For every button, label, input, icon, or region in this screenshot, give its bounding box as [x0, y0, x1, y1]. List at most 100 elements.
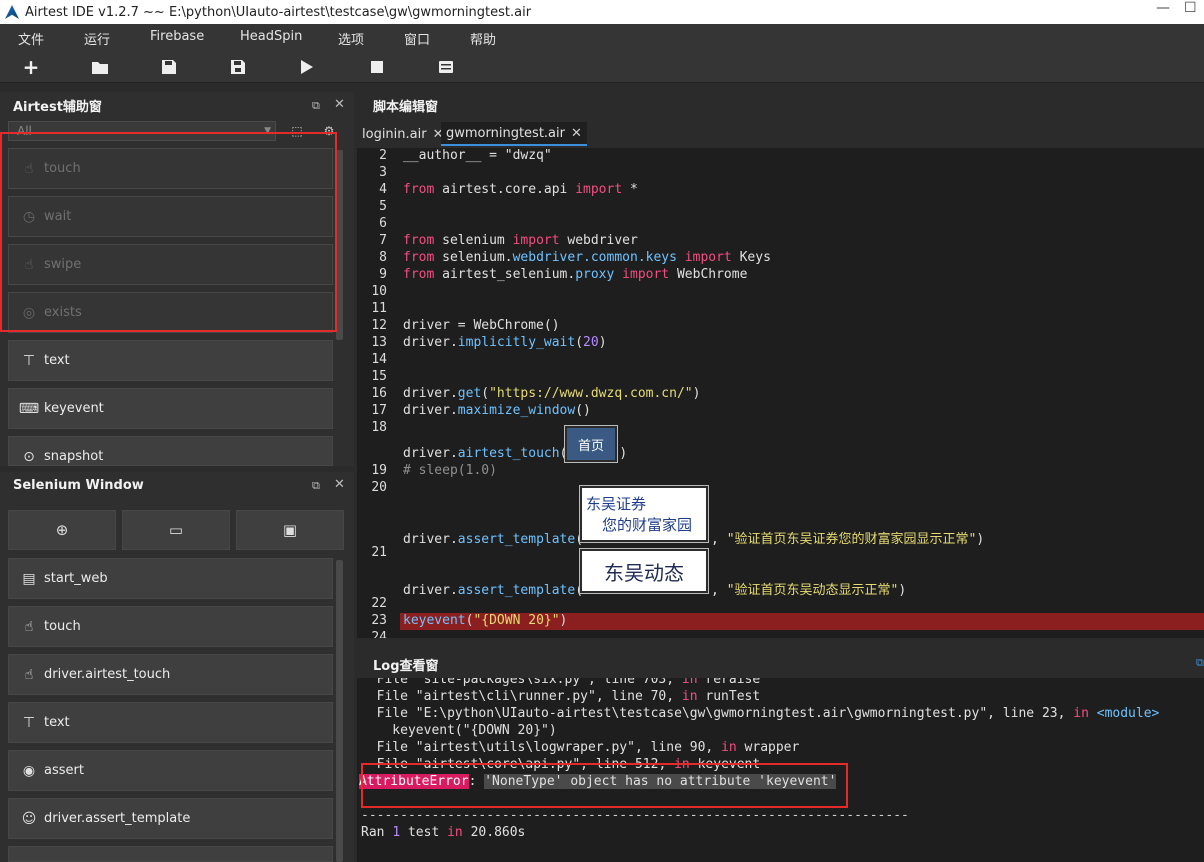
code-text: driver = WebChrome() [403, 318, 560, 333]
menu-file[interactable]: 文件 [18, 29, 44, 48]
log-text: , line [595, 689, 651, 704]
log-text: ) [548, 723, 557, 738]
selenium-button-touch[interactable]: ☝ touch [8, 606, 333, 647]
line-number: 5 [379, 199, 387, 214]
list-icon [439, 61, 453, 73]
menu-bar: 文件 运行 Firebase HeadSpin 选项 窗口 帮助 [0, 24, 1204, 51]
save-all-icon [230, 60, 245, 74]
log-list-button[interactable] [435, 57, 457, 77]
template-image-slogan[interactable]: 东吴证券 您的财富家园 [579, 485, 709, 543]
api-button-label: touch [44, 161, 81, 176]
plus-icon: + [22, 55, 40, 79]
line-number: 20 [371, 480, 387, 495]
log-text: , [1057, 706, 1074, 721]
selenium-panel-title: Selenium Window [13, 477, 144, 493]
selenium-panel-scrollbar[interactable] [336, 560, 343, 862]
save-all-button[interactable] [227, 57, 249, 77]
log-text: , line [987, 706, 1042, 721]
editor-panel-title: 脚本编辑窗 [373, 99, 439, 115]
selenium-globe-button[interactable]: ⊕ [8, 510, 116, 550]
code-text: ( [575, 335, 584, 350]
menu-run[interactable]: 运行 [84, 29, 110, 48]
selenium-button-airtest-touch[interactable]: ☝ driver.airtest_touch [8, 654, 333, 695]
code-string: "{DOWN 20}" [473, 613, 560, 628]
template-image-homepage[interactable]: 首页 [564, 425, 618, 463]
selenium-button-start-web[interactable]: ▤ start_web [8, 558, 333, 599]
menu-firebase[interactable]: Firebase [150, 29, 204, 44]
maximize-button[interactable]: ☐ [1184, 0, 1197, 16]
close-panel-icon[interactable]: ✕ [334, 477, 345, 492]
line-number: 19 [371, 463, 387, 478]
log-keyword: in [681, 678, 698, 687]
log-text: File [361, 689, 416, 704]
tab-gwmorningtest[interactable]: gwmorningtest.air ✕ [441, 122, 587, 146]
log-panel-title: Log查看窗 [373, 658, 439, 674]
api-filter-select[interactable]: All ▼ [8, 121, 276, 141]
code-text: , [711, 532, 727, 547]
stop-button[interactable] [366, 57, 388, 77]
minimize-button[interactable]: — [1156, 0, 1170, 16]
selenium-screen-button[interactable]: ▭ [122, 510, 230, 550]
new-file-button[interactable]: + [20, 57, 42, 77]
screenshot-tool-button[interactable]: ⬚ [286, 121, 308, 141]
api-button-label: driver.airtest_touch [44, 667, 171, 682]
code-line: from airtest.core.api import * [403, 182, 638, 197]
log-line: File "airtest\cli\runner.py", line 70, i… [361, 689, 761, 704]
menu-options[interactable]: 选项 [338, 29, 364, 48]
float-panel-icon[interactable]: ⧉ [312, 479, 320, 493]
api-button-exists[interactable]: ◎ exists [8, 292, 333, 333]
code-line: __author__ = "dwzq" [403, 148, 552, 163]
tab-loginin[interactable]: loginin.air ✕ [357, 122, 448, 146]
api-button-keyevent[interactable]: ⌨ keyevent [8, 388, 333, 429]
code-area[interactable]: 2 3 4 5 6 7 8 9 10 11 12 13 14 15 16 17 … [357, 148, 1204, 638]
log-line: File "E:\python\UIauto-airtest\testcase\… [361, 706, 1160, 721]
api-button-label: assert [44, 763, 84, 778]
text-icon: ⊤ [22, 714, 36, 731]
code-string: "验证首页东吴证券您的财富家园显示正常" [726, 532, 977, 547]
save-button[interactable] [158, 57, 180, 77]
float-panel-icon[interactable]: ⧉ [1196, 656, 1204, 670]
selenium-button-partial[interactable] [8, 846, 333, 862]
selenium-button-assert[interactable]: ◉ assert [8, 750, 333, 791]
line-number: 9 [379, 267, 387, 282]
open-folder-button[interactable] [89, 57, 111, 77]
log-text: "airtest\core\api.py" [415, 757, 581, 772]
close-icon[interactable]: ✕ [571, 126, 582, 141]
check-circle-icon: ◎ [22, 304, 36, 321]
code-function: keyevent [403, 613, 466, 628]
api-button-text[interactable]: ⊤ text [8, 340, 333, 381]
api-button-touch[interactable]: ☝ touch [8, 148, 333, 189]
camera-icon: ⊙ [23, 449, 35, 465]
api-button-label: text [44, 715, 70, 730]
line-number: 17 [371, 403, 387, 418]
toolbar: + [0, 51, 1204, 83]
api-button-snapshot[interactable]: ⊙ snapshot [8, 436, 333, 466]
selenium-button-text[interactable]: ⊤ text [8, 702, 333, 743]
log-text: "airtest\utils\logwraper.py" [415, 740, 635, 755]
code-text: airtest.core.api [434, 182, 576, 197]
settings-tool-button[interactable]: ⚙ [318, 121, 340, 141]
api-button-swipe[interactable]: ☝ swipe [8, 244, 333, 285]
airtest-panel-scrollbar[interactable] [336, 150, 343, 340]
selenium-record-button[interactable]: ▣ [236, 510, 344, 550]
code-text: __author__ = "dwzq" [403, 148, 552, 163]
log-output[interactable]: File "site-packages\six.py", line 703, i… [357, 678, 1204, 862]
log-text: 20.860s [462, 825, 526, 840]
menu-window[interactable]: 窗口 [404, 29, 430, 48]
log-text: reraise [697, 678, 761, 687]
run-button[interactable] [296, 57, 318, 77]
selenium-button-assert-template[interactable]: ☺ driver.assert_template [8, 798, 333, 839]
error-name: AttributeError [359, 774, 469, 789]
api-button-label: exists [44, 305, 82, 320]
template-image-text: 东吴动态 [604, 560, 684, 585]
close-panel-icon[interactable]: ✕ [334, 97, 345, 112]
menu-help[interactable]: 帮助 [470, 29, 496, 48]
menu-headspin[interactable]: HeadSpin [240, 29, 302, 44]
play-icon [301, 60, 313, 74]
float-panel-icon[interactable]: ⧉ [312, 99, 320, 113]
log-text: wrapper [736, 740, 800, 755]
log-line: File "site-packages\six.py", line 703, i… [361, 678, 761, 687]
api-button-wait[interactable]: ◷ wait [8, 196, 333, 237]
template-image-news[interactable]: 东吴动态 [579, 548, 709, 594]
save-icon [162, 60, 176, 74]
